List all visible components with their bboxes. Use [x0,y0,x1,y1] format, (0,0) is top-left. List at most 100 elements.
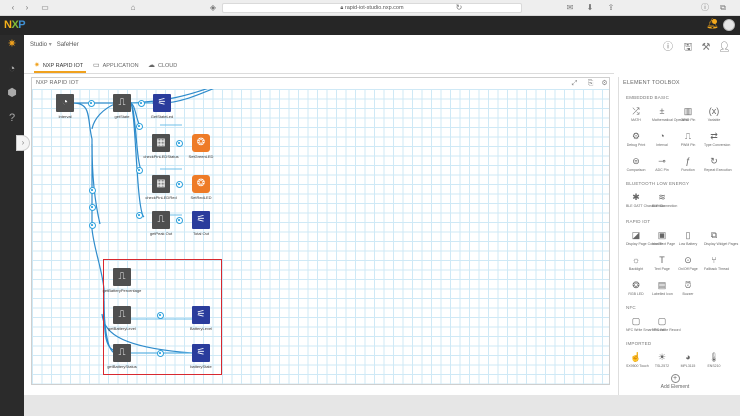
rapid-iot-icon[interactable]: ✷ [5,37,19,51]
tool-debug-print[interactable]: ⚙ Debug Print [626,129,646,151]
tool-math[interactable]: ⤮ MATH [626,104,646,126]
tool-adc-pin[interactable]: ⊸ ADC Pin [652,154,672,176]
node-interval[interactable]: ◔ [56,94,74,112]
studio-menu[interactable]: Studio [30,42,47,48]
tool-labelled-icon[interactable]: ▤ Labelled Icon [652,278,673,300]
input-port[interactable] [136,212,143,219]
dashboard-gauge-icon[interactable]: ◔ [5,62,19,76]
forward-icon[interactable]: › [22,3,32,12]
node-get-battery-status[interactable]: ⎍ [113,344,131,362]
tool-function[interactable]: ƒ Function [678,154,698,176]
tool-fallback-thread[interactable]: ⑂ Fallback Thread [704,253,729,275]
back-icon[interactable]: ‹ [8,3,18,12]
info-icon[interactable]: ⓘ [662,42,674,53]
rgb-icon: ❂ [196,178,206,189]
design-canvas[interactable]: ◔ Interval ⎍ getState ⚟ GetStateLed ▦ ch… [32,89,609,384]
reload-icon[interactable]: ↻ [454,3,464,12]
download-icon[interactable]: ⬇ [585,3,595,12]
tabs-icon[interactable]: ⧉ [718,3,728,12]
shield-icon[interactable]: ◈ [208,3,218,12]
tool-gpio-pin[interactable]: ▥ GPIO Pin [678,104,698,126]
led-icon: ⚟ [157,97,167,108]
tool-nfc-write-record[interactable]: ▢ NFC Write Record [652,314,681,336]
ble-icon: ✱ [632,192,640,202]
tool-math-operation[interactable]: ± Mathematical Operation [652,104,689,126]
mail-icon[interactable]: ✉ [565,3,575,12]
tab-cloud[interactable]: ☁ CLOUD [148,58,188,73]
junction-port[interactable] [89,204,96,211]
help-icon[interactable]: ? [5,111,19,125]
debug-icon: ⚙ [631,131,641,141]
collapse-sidebar-button[interactable]: › [16,135,30,151]
tool-on-off-page[interactable]: ⊙ On/Off Page [678,253,698,275]
output-port[interactable] [157,312,164,319]
settings-icon[interactable]: ⚙ [600,80,609,88]
node-set-green-led[interactable]: ❂ [192,134,210,152]
node-battery-state[interactable]: ⚟ [192,344,210,362]
build-icon[interactable]: ⚒︎ [700,42,712,53]
user-avatar[interactable] [723,19,735,31]
user-icon[interactable]: 👤︎ [718,42,731,53]
element-toolbox: ELEMENT TOOLBOX EMBEDDED BASIC ⤮ MATH ± Ma… [618,77,738,395]
node-check-pin-status[interactable]: ▦ [152,134,170,152]
tool-backlight[interactable]: ☼ Backlight [626,253,646,275]
tool-mpl3115[interactable]: ◕ MPL3115 [678,350,698,372]
tab-application[interactable]: ▭ APPLICATION [93,58,141,73]
tool-display-page-controller[interactable]: ◪ Display Page Controller [626,228,663,250]
tool-text-page[interactable]: T Text Page [652,253,672,275]
node-get-battery-percentage[interactable]: ⎍ [113,268,131,286]
node-check-pin-red[interactable]: ▦ [152,175,170,193]
tool-ble-gatt[interactable]: ✱ BLE GATT Characteristic [626,190,665,212]
output-port[interactable] [176,181,183,188]
output-port[interactable] [138,100,145,107]
tool-ens210[interactable]: 🌡︎ ENS210 [704,350,724,372]
tool-ble-connection[interactable]: ≋ BLE Connection [652,190,677,212]
dropdown-caret-icon[interactable]: ▾ [49,42,52,48]
tool-nfc-write-smart-record[interactable]: ▢ NFC Write Smart Record [626,314,665,336]
output-port[interactable] [176,217,183,224]
sun-icon: ☀ [657,352,667,362]
tool-tsl2572[interactable]: ☀ TSL2572 [652,350,672,372]
fit-view-icon[interactable]: ⤢ [570,80,579,88]
input-port[interactable] [136,167,143,174]
info-circle-icon[interactable]: ⓘ [700,3,710,12]
tool-type-conversion[interactable]: ⇄ Type Conversion [704,129,730,151]
adc-icon: ⊸ [658,156,666,166]
add-element-button[interactable]: + Add Element [650,374,700,390]
node-get-battery-level[interactable]: ⎍ [113,306,131,324]
notification-bell-icon[interactable]: 🔔︎ [706,19,719,31]
tool-icon-text-page[interactable]: ▣ Icon Text Page [652,228,675,250]
tab-nxp-rapid-iot[interactable]: ✷ NXP RAPID IOT [34,58,86,73]
node-getpeak-out[interactable]: ⎍ [152,211,170,229]
tool-low-battery[interactable]: ▯ Low Battery [678,228,698,250]
tool-comparison[interactable]: ⊜ Comparison [626,154,646,176]
output-port[interactable] [157,350,164,357]
tool-display-widget-pages[interactable]: ⧉ Display Widget Pages [704,228,738,250]
node-label: batteryState [190,364,212,369]
tool-sx9500-touch[interactable]: ☝ SX9500 Touch [626,350,649,372]
output-port[interactable] [88,100,95,107]
input-port[interactable] [136,123,143,130]
output-port[interactable] [176,140,183,147]
node-total-out[interactable]: ⚟ [192,211,210,229]
address-bar[interactable]: 🔒︎ rapid-iot-studio.nxp.com [222,3,522,13]
tool-variable[interactable]: (x) Variable [704,104,724,126]
tool-pwm-pin[interactable]: ⎍ PWM Pin [678,129,698,151]
junction-port[interactable] [89,222,96,229]
tool-rgb-led[interactable]: ❂ RGB LED [626,278,646,300]
node-set-red-led[interactable]: ❂ [192,175,210,193]
save-icon[interactable]: 🖫︎ [682,42,694,53]
nxp-logo[interactable]: NXP [4,18,28,32]
tool-repeat-execution[interactable]: ↻ Repeat Execution [704,154,732,176]
junction-port[interactable] [89,187,96,194]
sidebar-icon[interactable]: ▭ [40,3,50,12]
node-battery-level[interactable]: ⚟ [192,306,210,324]
export-icon[interactable]: ⎘ [586,80,595,88]
tool-interval[interactable]: ◔ Interval [652,129,672,151]
home-icon[interactable]: ⌂ [128,3,138,12]
cube-icon[interactable]: ⬢ [5,86,19,100]
node-getstate[interactable]: ⎍ [113,94,131,112]
tool-buzzer[interactable]: ⏰︎ Buzzer [678,278,698,300]
node-getstate-led[interactable]: ⚟ [153,94,171,112]
share-icon[interactable]: ⇪ [606,3,616,12]
